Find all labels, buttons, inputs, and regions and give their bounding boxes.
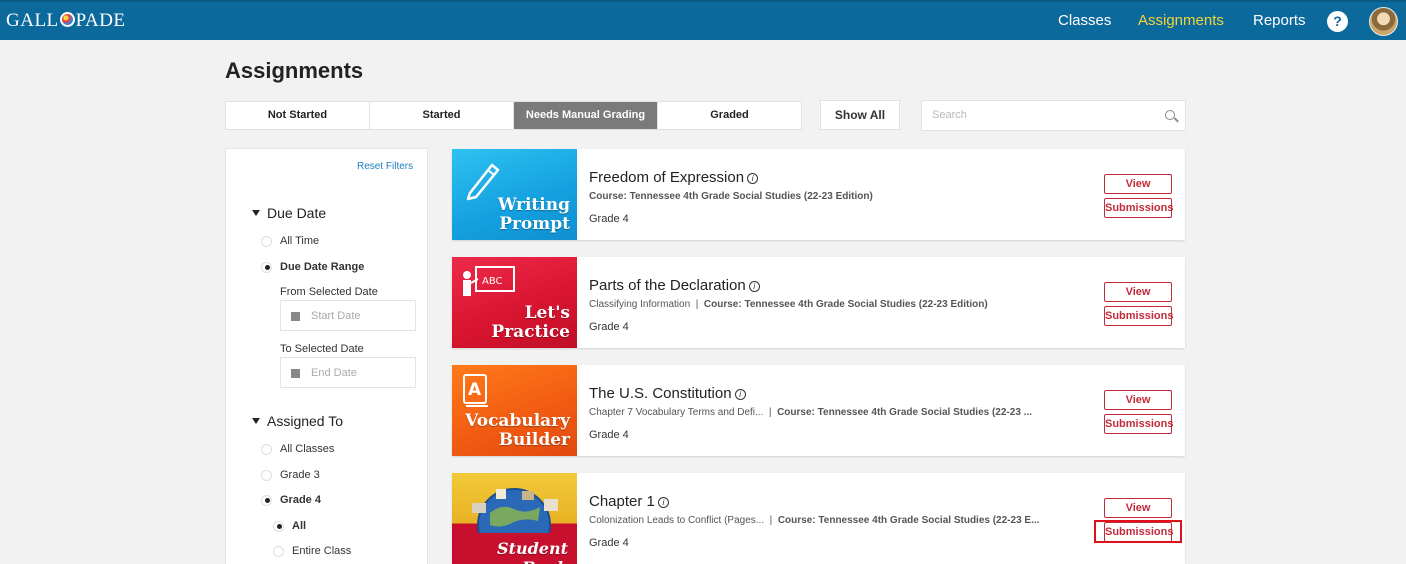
tab-not-started[interactable]: Not Started [226, 102, 370, 129]
radio-all-classes[interactable]: All Classes [261, 443, 334, 455]
assignment-card: Student Book Chapter 1i Colonization Lea… [452, 473, 1185, 564]
caret-down-icon [252, 418, 260, 424]
search-box [921, 100, 1186, 131]
tab-started[interactable]: Started [370, 102, 514, 129]
submissions-button[interactable]: Submissions [1104, 198, 1173, 218]
info-icon[interactable]: i [748, 281, 760, 292]
help-icon[interactable]: ? [1327, 11, 1348, 32]
nav-reports[interactable]: Reports [1253, 12, 1306, 29]
vocabulary-builder-thumbnail[interactable]: A Vocabulary Builder [452, 365, 577, 456]
assigned-to-heading[interactable]: Assigned To [252, 413, 343, 429]
search-icon[interactable] [1165, 110, 1175, 120]
assignment-grade: Grade 4 [589, 537, 629, 549]
teacher-board-icon: ABC [463, 266, 515, 296]
submissions-button[interactable]: Submissions [1104, 306, 1173, 326]
assignment-card: A Vocabulary Builder The U.S. Constituti… [452, 365, 1185, 456]
show-all-button[interactable]: Show All [820, 100, 900, 130]
submissions-highlight-box [1094, 520, 1182, 543]
user-avatar[interactable] [1369, 7, 1398, 36]
radio-all-time[interactable]: All Time [261, 235, 319, 247]
assignment-title[interactable]: Freedom of Expression i [589, 169, 759, 186]
globe-collage-icon [472, 488, 558, 533]
logo-globe-icon [59, 12, 75, 27]
assignment-grade: Grade 4 [589, 213, 629, 225]
assignment-grade: Grade 4 [589, 321, 629, 333]
assignment-grade: Grade 4 [589, 429, 629, 441]
radio-entire-class[interactable]: Entire Class [273, 545, 351, 557]
radio-button[interactable] [261, 469, 272, 481]
assignment-course: Course: Tennessee 4th Grade Social Studi… [589, 191, 873, 202]
end-date-field[interactable]: End Date [280, 357, 416, 388]
nav-assignments[interactable]: Assignments [1138, 12, 1224, 29]
info-icon[interactable]: i [734, 389, 746, 400]
caret-down-icon [252, 210, 260, 216]
info-icon[interactable]: i [747, 173, 759, 184]
assignment-title[interactable]: The U.S. Constitution i [589, 385, 746, 402]
lets-practice-thumbnail[interactable]: ABC Let's Practice [452, 257, 577, 348]
info-icon[interactable]: i [657, 497, 669, 508]
start-date-field[interactable]: Start Date [280, 300, 416, 331]
assignment-course: Colonization Leads to Conflict (Pages...… [589, 515, 1040, 526]
tab-graded[interactable]: Graded [658, 102, 801, 129]
assignment-title[interactable]: Chapter 1i [589, 493, 669, 510]
svg-text:A: A [468, 380, 482, 400]
svg-text:ABC: ABC [482, 276, 503, 287]
radio-button[interactable] [261, 443, 272, 455]
assignment-card: Writing Prompt Freedom of Expression i Co… [452, 149, 1185, 240]
assignment-title[interactable]: Parts of the Declaration i [589, 277, 760, 294]
tab-needs-manual-grading[interactable]: Needs Manual Grading [514, 102, 658, 129]
pencil-icon [466, 163, 500, 201]
student-book-thumbnail[interactable]: Student Book [452, 473, 577, 564]
assignment-card: ABC Let's Practice Parts of the Declarat… [452, 257, 1185, 348]
top-navigation-bar: GALL PADE Classes Assignments Reports ? [0, 0, 1406, 40]
radio-all-students[interactable]: All [273, 520, 306, 532]
radio-grade-3[interactable]: Grade 3 [261, 469, 320, 481]
radio-button-checked[interactable] [273, 520, 284, 532]
view-button[interactable]: View [1104, 498, 1172, 518]
search-input[interactable] [932, 109, 1152, 121]
from-date-label: From Selected Date [280, 286, 378, 298]
radio-button[interactable] [261, 235, 272, 247]
radio-button-checked[interactable] [261, 261, 272, 273]
calendar-icon [291, 369, 300, 378]
assignment-course: Classifying Information | Course: Tennes… [589, 299, 988, 310]
reset-filters-link[interactable]: Reset Filters [357, 161, 413, 172]
submissions-button[interactable]: Submissions [1104, 414, 1173, 434]
view-button[interactable]: View [1104, 390, 1172, 410]
radio-button-checked[interactable] [261, 494, 272, 506]
assignment-course: Chapter 7 Vocabulary Terms and Defi... |… [589, 407, 1032, 418]
status-tabs: Not Started Started Needs Manual Grading… [225, 101, 802, 130]
view-button[interactable]: View [1104, 282, 1172, 302]
gallopade-logo[interactable]: GALL PADE [6, 10, 126, 32]
radio-due-date-range[interactable]: Due Date Range [261, 261, 364, 273]
radio-button[interactable] [273, 545, 284, 557]
due-date-heading[interactable]: Due Date [252, 205, 326, 221]
vocabulary-book-icon: A [463, 374, 488, 407]
page-title: Assignments [225, 58, 364, 83]
calendar-icon [291, 312, 300, 321]
radio-grade-4[interactable]: Grade 4 [261, 494, 321, 506]
writing-prompt-thumbnail[interactable]: Writing Prompt [452, 149, 577, 240]
nav-classes[interactable]: Classes [1058, 12, 1111, 29]
to-date-label: To Selected Date [280, 343, 364, 355]
view-button[interactable]: View [1104, 174, 1172, 194]
